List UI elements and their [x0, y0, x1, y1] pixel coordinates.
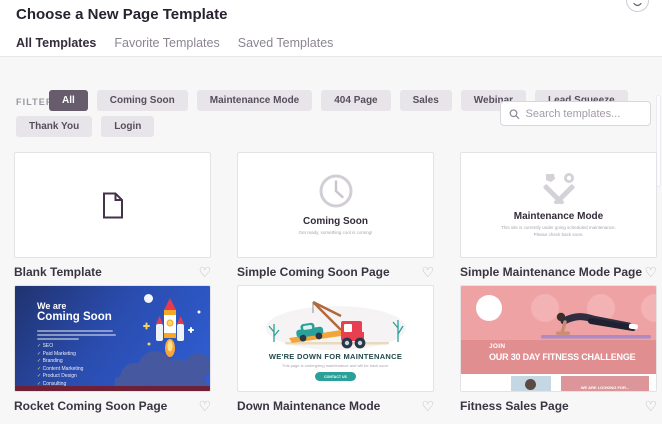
filter-chip-maintenance-mode[interactable]: Maintenance Mode: [197, 90, 312, 111]
preview-pink-box: WE ARE LOOKING FOR...: [561, 376, 649, 392]
filter-chip-login[interactable]: Login: [101, 116, 154, 137]
favorite-heart-icon[interactable]: ♡: [198, 265, 211, 279]
template-meta-blank: Blank Template ♡: [14, 264, 211, 280]
tow-truck-illustration: [261, 292, 411, 350]
template-title: Blank Template: [14, 265, 102, 279]
blank-page-icon: [102, 192, 124, 219]
filter-row-2: Thank You Login: [16, 116, 154, 137]
filter-chip-404-page[interactable]: 404 Page: [321, 90, 390, 111]
preview-heading-line2: OUR 30 DAY FITNESS CHALLENGE: [489, 352, 635, 362]
preview-photo-thumbnail: [511, 376, 551, 392]
favorite-heart-icon[interactable]: ♡: [421, 265, 434, 279]
template-title: Simple Coming Soon Page: [237, 265, 390, 279]
preview-subtext: Get ready, something cool is coming!: [299, 230, 373, 236]
preview-contact-button: CONTACT US: [315, 372, 356, 381]
template-meta-fitness: Fitness Sales Page ♡: [460, 398, 657, 414]
preview-footer-strip: [15, 386, 210, 391]
preview-lower-section: WE ARE LOOKING FOR...: [461, 374, 657, 392]
preview-heading: Coming Soon: [303, 216, 368, 227]
clock-icon: [318, 173, 354, 209]
search-box[interactable]: [500, 101, 651, 126]
preview-heading: Maintenance Mode: [514, 211, 603, 222]
preview-heading-line2: Coming Soon: [37, 311, 112, 323]
search-input[interactable]: [526, 108, 642, 120]
template-title: Simple Maintenance Mode Page: [460, 265, 642, 279]
filter-chip-sales[interactable]: Sales: [400, 90, 452, 111]
template-title: Rocket Coming Soon Page: [14, 399, 167, 413]
dialog-content: FILTER: All Coming Soon Maintenance Mode…: [0, 57, 662, 424]
template-meta-rocket: Rocket Coming Soon Page ♡: [14, 398, 211, 414]
preview-heading: WE'RE DOWN FOR MAINTENANCE: [269, 352, 402, 361]
search-icon: [509, 108, 520, 120]
template-meta-simple-maintenance: Simple Maintenance Mode Page ♡: [460, 264, 657, 280]
tools-icon: [542, 172, 576, 204]
filter-chip-coming-soon[interactable]: Coming Soon: [97, 90, 188, 111]
preview-subtext: This page is undergoing maintenance and …: [282, 363, 389, 368]
help-button[interactable]: [626, 0, 649, 12]
filter-chip-thank-you[interactable]: Thank You: [16, 116, 92, 137]
template-card-simple-coming-soon[interactable]: Coming Soon Get ready, something cool is…: [237, 152, 434, 258]
preview-subtext: This site is currently under going sched…: [501, 225, 616, 238]
template-card-down-maintenance[interactable]: WE'RE DOWN FOR MAINTENANCE This page is …: [237, 285, 434, 392]
template-chooser-dialog: Choose a New Page Template All Templates…: [0, 0, 662, 424]
favorite-heart-icon[interactable]: ♡: [644, 265, 657, 279]
rocket-illustration: [115, 296, 210, 392]
template-card-blank[interactable]: [14, 152, 211, 258]
preview-checklist: SEO Paid Marketing Branding Content Mark…: [37, 343, 83, 387]
template-title: Down Maintenance Mode: [237, 399, 380, 413]
preview-heading-line1: JOIN: [489, 343, 505, 350]
page-title: Choose a New Page Template: [16, 6, 227, 23]
favorite-heart-icon[interactable]: ♡: [644, 399, 657, 413]
template-card-fitness-sales[interactable]: JOIN OUR 30 DAY FITNESS CHALLENGE WE ARE…: [460, 285, 657, 392]
favorite-heart-icon[interactable]: ♡: [421, 399, 434, 413]
template-meta-down-maintenance: Down Maintenance Mode ♡: [237, 398, 434, 414]
preview-heading-line1: We are: [37, 301, 66, 311]
template-meta-simple-coming-soon: Simple Coming Soon Page ♡: [237, 264, 434, 280]
template-card-rocket-coming-soon[interactable]: We are Coming Soon SEO Paid Marketing Br…: [14, 285, 211, 392]
filter-chip-all[interactable]: All: [49, 90, 88, 111]
template-card-simple-maintenance[interactable]: Maintenance Mode This site is currently …: [460, 152, 657, 258]
smile-icon: [633, 3, 642, 8]
template-title: Fitness Sales Page: [460, 399, 569, 413]
favorite-heart-icon[interactable]: ♡: [198, 399, 211, 413]
preview-paragraph-placeholder: [37, 330, 116, 340]
